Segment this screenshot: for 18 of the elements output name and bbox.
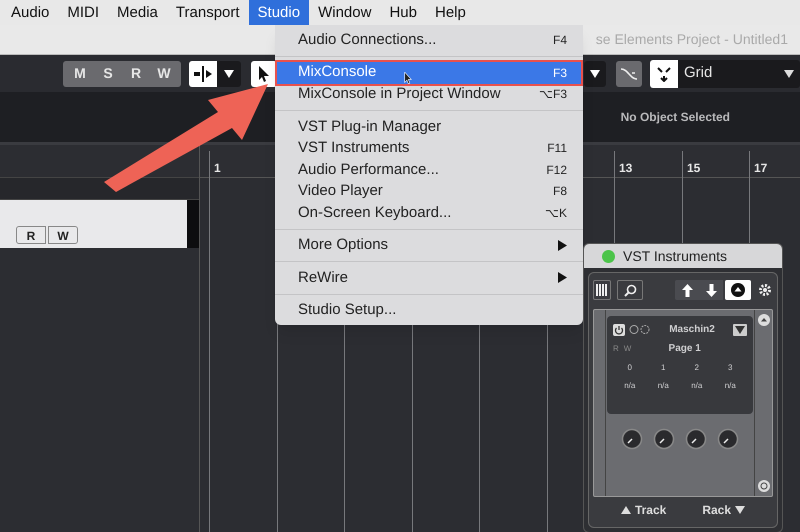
slot-number: 0 bbox=[626, 362, 633, 374]
slot-number: 2 bbox=[694, 362, 700, 374]
ruler-number: 13 bbox=[619, 160, 632, 177]
slot-value: n/a bbox=[690, 380, 704, 392]
slot-value: n/a bbox=[656, 380, 670, 392]
page-label: Page 1 bbox=[668, 342, 702, 356]
window-title: VST Instruments bbox=[623, 246, 728, 266]
ruler-number: 17 bbox=[754, 160, 768, 177]
ruler-number: 1 bbox=[214, 160, 221, 177]
window-title: se Elements Project - Untitled1 bbox=[596, 30, 788, 49]
slot-number: 3 bbox=[727, 362, 734, 374]
snap-mode: Grid bbox=[684, 63, 714, 84]
instrument-name: Maschin2 bbox=[668, 323, 716, 337]
slot-value: n/a bbox=[623, 380, 636, 392]
info-line: No Object Selected bbox=[620, 109, 730, 126]
ruler-number: 15 bbox=[687, 160, 700, 177]
slot-value: n/a bbox=[724, 380, 737, 392]
slot-number: 1 bbox=[660, 362, 666, 374]
